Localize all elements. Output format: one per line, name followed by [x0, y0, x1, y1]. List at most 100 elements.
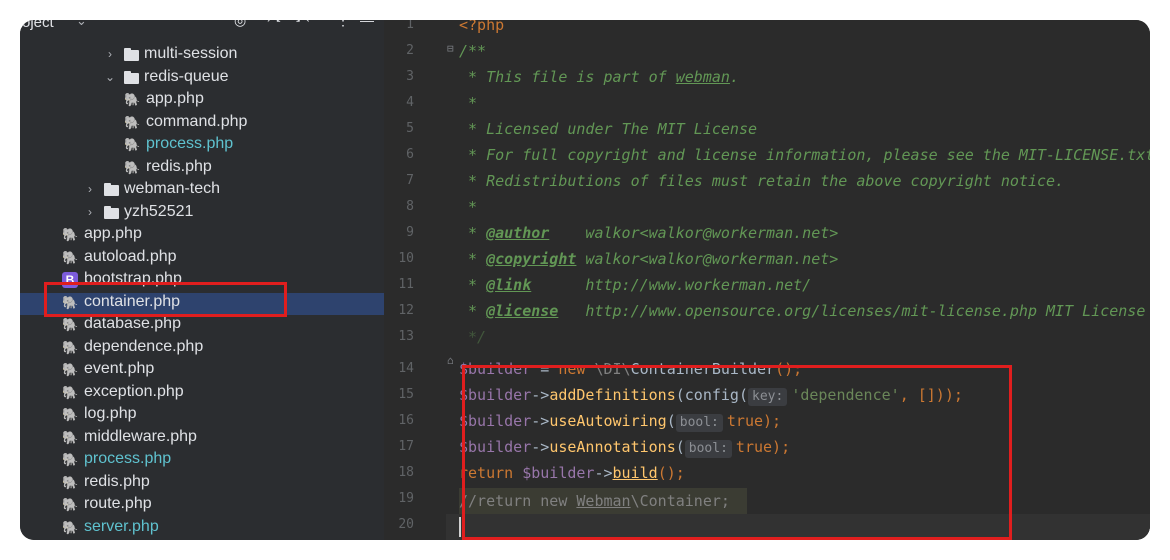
chevron-down-icon[interactable]: ⌄ [76, 20, 87, 29]
tree-item[interactable]: 🐘 process.php [20, 135, 384, 157]
tree-item[interactable]: › multi-session [20, 45, 384, 67]
line-number: 3 [406, 69, 414, 84]
chevron-down-icon[interactable]: ⌄ [104, 70, 116, 84]
code-line-5: * Licensed under The MIT License [459, 120, 758, 138]
tree-item[interactable]: 🐘 app.php [20, 225, 384, 247]
php-file-icon: 🐘 [62, 362, 79, 377]
tree-item-label: webman-tech [124, 180, 221, 197]
tree-item[interactable]: 🐘 app.php [20, 90, 384, 112]
php-file-icon: 🐘 [62, 429, 79, 445]
code-line-8: * [459, 198, 478, 216]
text-caret [459, 517, 461, 537]
code-line-11: * @link http://www.workerman.net/ [459, 276, 812, 294]
line-number: 20 [398, 517, 414, 532]
php-file-icon: 🐘 [62, 384, 79, 400]
highlight-box-file [44, 282, 287, 317]
tree-item[interactable]: 🐘 route.php [20, 495, 384, 517]
code-line-2: /** [459, 42, 487, 60]
php-file-icon: 🐘 [62, 249, 79, 265]
tree-item[interactable]: 🐘 event.php [20, 360, 384, 382]
line-number: 9 [406, 225, 414, 240]
code-line-6: * For full copyright and license informa… [459, 146, 1150, 164]
tree-item-label: command.php [146, 112, 248, 130]
folder-icon [124, 48, 139, 61]
tree-item-label: log.php [84, 405, 137, 422]
php-file-icon: 🐘 [124, 114, 141, 130]
tree-item[interactable]: 🐘 command.php [20, 113, 384, 135]
fold-end-icon[interactable]: ⌂ [447, 354, 454, 367]
line-number: 12 [398, 303, 414, 318]
line-number: 2 [406, 43, 414, 58]
tree-item[interactable]: 🐘 log.php [20, 405, 384, 427]
line-number: 11 [398, 277, 414, 292]
chevron-right-icon[interactable]: › [84, 182, 96, 196]
tree-item[interactable]: 🐘 redis.php [20, 158, 384, 180]
tree-item[interactable]: 🐘 database.php [20, 315, 384, 337]
tree-item-label: app.php [146, 90, 204, 107]
php-file-icon: 🐘 [62, 452, 79, 467]
ide-window: oject ⌄ ◎ ↗↙ ↘↖ ⋮ — › multi-session ⌄ redis… [20, 20, 1150, 540]
folder-icon [104, 205, 119, 219]
tree-item-label: redis-queue [144, 67, 229, 85]
tree-item-label: multi-session [144, 45, 238, 62]
tree-item-label: process.php [84, 450, 172, 467]
tree-item[interactable]: 🐘 dependence.php [20, 338, 384, 360]
tree-item[interactable]: 🐘 exception.php [20, 383, 384, 405]
line-number: 10 [398, 251, 414, 266]
php-file-icon: 🐘 [62, 227, 79, 242]
tree-item[interactable]: 🐘 autoload.php [20, 248, 384, 270]
code-line-13: */ [459, 328, 487, 346]
code-line-3: * This file is part of webman. [459, 68, 739, 86]
code-line-12: * @license http://www.opensource.org/lic… [459, 302, 1146, 320]
chevron-right-icon[interactable]: › [104, 47, 116, 61]
line-number: 18 [398, 465, 414, 480]
line-number: 16 [398, 413, 414, 428]
tree-item[interactable]: ⌄ redis-queue [20, 68, 384, 90]
line-number: 7 [406, 173, 414, 188]
line-number: 14 [398, 361, 414, 376]
code-line-9: * @author walkor<walkor@workerman.net> [459, 224, 839, 242]
code-line-10: * @copyright walkor<walkor@workerman.net… [459, 250, 839, 268]
collapse-all-icon[interactable]: ↘↖ [292, 20, 310, 25]
line-number: 19 [398, 491, 414, 506]
tree-item-label: database.php [84, 315, 181, 332]
code-line-4: * [459, 94, 478, 112]
line-number: 4 [406, 95, 414, 110]
tree-item-label: redis.php [84, 472, 150, 490]
code-line-1: <?php [459, 20, 505, 34]
project-sidebar: oject ⌄ ◎ ↗↙ ↘↖ ⋮ — › multi-session ⌄ redis… [20, 20, 384, 540]
tree-item[interactable]: › webman-tech [20, 180, 384, 202]
line-number: 1 [406, 20, 414, 32]
tree-item[interactable]: 🐘 server.php [20, 518, 384, 540]
tree-item[interactable]: 🐘 middleware.php [20, 428, 384, 450]
chevron-right-icon[interactable]: › [84, 205, 96, 219]
tree-item-label: route.php [84, 495, 152, 512]
tree-item[interactable]: › yzh52521 [20, 203, 384, 225]
tree-item-label: autoload.php [84, 247, 177, 265]
hide-icon[interactable]: — [360, 20, 374, 28]
php-file-icon: 🐘 [124, 137, 141, 152]
folder-icon [104, 183, 119, 196]
tree-item[interactable]: 🐘 process.php [20, 450, 384, 472]
locate-icon[interactable]: ◎ [234, 20, 246, 29]
options-icon[interactable]: ⋮ [336, 20, 350, 29]
tree-item-label: exception.php [84, 382, 184, 400]
tree-item-label: middleware.php [84, 427, 197, 445]
php-file-icon: 🐘 [62, 317, 79, 332]
tree-item[interactable]: 🐘 redis.php [20, 473, 384, 495]
tree-item-label: redis.php [146, 157, 212, 175]
tree-item-label: dependence.php [84, 337, 204, 355]
tree-item-label: app.php [84, 225, 142, 242]
line-number: 8 [406, 199, 414, 214]
tree-item-label: event.php [84, 360, 155, 377]
project-view-title[interactable]: oject [22, 20, 54, 31]
line-number: 15 [398, 387, 414, 402]
tree-item-label: server.php [84, 517, 159, 535]
highlight-box-code [462, 365, 1012, 540]
php-file-icon: 🐘 [62, 339, 79, 355]
php-file-icon: 🐘 [124, 92, 141, 107]
fold-marker-icon[interactable]: ⊟ [447, 42, 454, 55]
expand-all-icon[interactable]: ↗↙ [266, 20, 284, 25]
tree-item-label: process.php [146, 135, 234, 152]
line-gutter: 1 2 3 4 5 6 7 8 9 10 11 12 13 14 15 16 17 18 19 20 [384, 20, 446, 540]
